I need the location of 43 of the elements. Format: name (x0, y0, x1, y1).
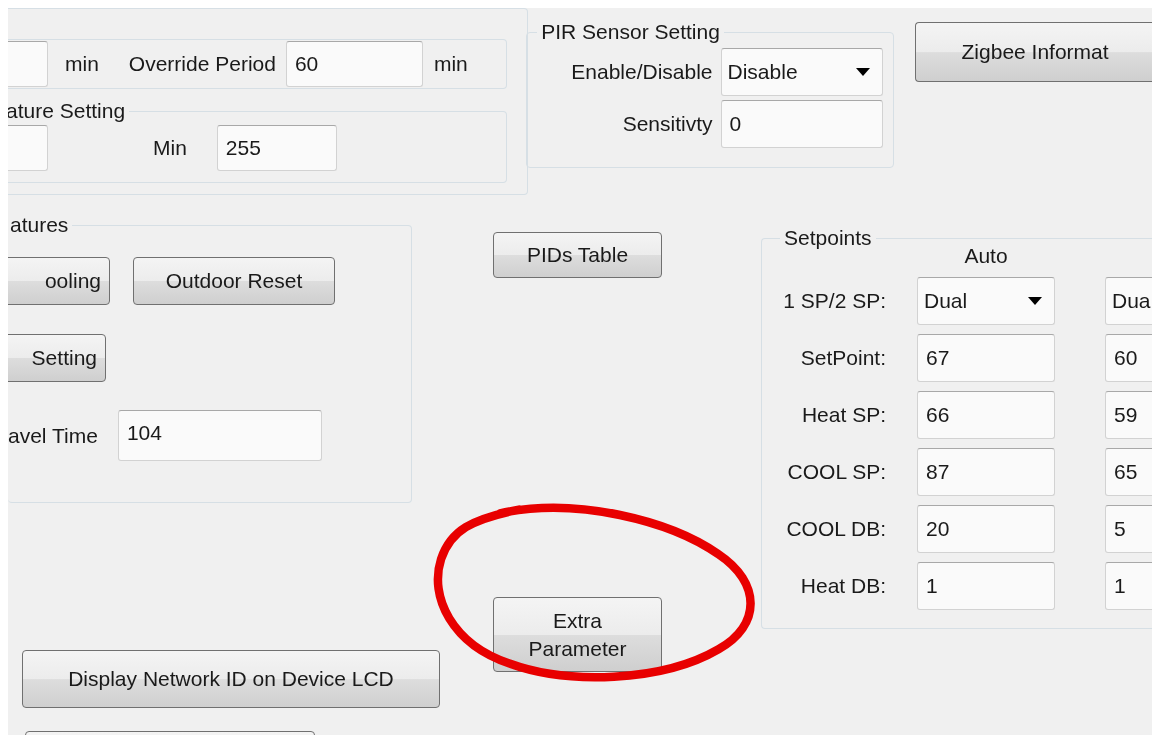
field-label: COOL SP: (786, 460, 886, 484)
field-label: min (65, 52, 99, 76)
dropdown[interactable]: Disable (720, 48, 883, 96)
group-title: PIR Sensor Setting (540, 20, 721, 44)
group-title: Setpoints (783, 226, 873, 250)
input-field[interactable]: 0 (720, 100, 883, 148)
field-label: Heat DB: (799, 574, 886, 598)
input-field[interactable]: 1 (1105, 562, 1152, 610)
input-field[interactable]: 59 (1105, 391, 1152, 439)
input-field[interactable]: 20 (917, 505, 1055, 553)
input-field[interactable]: 1 (917, 562, 1055, 610)
feature-button[interactable]: Setting (8, 334, 106, 382)
field-label: min (433, 52, 468, 76)
pids-table-button[interactable]: PIDs Table (493, 232, 662, 278)
input-field[interactable]: 67 (917, 334, 1055, 382)
input-field[interactable]: 5 (1105, 505, 1152, 553)
caret-icon (1028, 297, 1042, 305)
input-field[interactable]: 60 (285, 41, 423, 87)
extra-parameter-button[interactable]: Extra Parameter (493, 597, 662, 672)
field-label: Sensitivty (622, 112, 713, 136)
input-field[interactable]: 60 (1105, 334, 1152, 382)
field-label: Enable/Disable (571, 60, 713, 84)
input-field[interactable]: 104 (117, 410, 322, 461)
dropdown[interactable]: Dua (1105, 277, 1152, 325)
feature-button[interactable]: ooling (8, 257, 110, 305)
display-button[interactable]: Display Network ID on Device LCD (22, 650, 440, 708)
input-field[interactable]: 66 (917, 391, 1055, 439)
input-field[interactable]: 87 (917, 448, 1055, 496)
field-label: Override Period (128, 52, 276, 76)
field-label: 1 SP/2 SP: (782, 289, 886, 313)
feature-button[interactable]: Outdoor Reset (133, 257, 335, 305)
caret-icon (855, 68, 870, 76)
zigbee-button[interactable]: Zigbee Informat (914, 22, 1152, 82)
column-header: Auto (963, 244, 1009, 268)
field-label: COOL DB: (785, 517, 886, 541)
field-label: avel Time (8, 423, 98, 448)
field-label: Min (153, 136, 187, 160)
field-label: Heat SP: (800, 403, 886, 427)
dropdown[interactable]: Dual (917, 277, 1055, 325)
input-field[interactable]: 255 (216, 125, 337, 171)
input-field[interactable]: 65 (1105, 448, 1152, 496)
group-title: atures (9, 213, 70, 237)
field-label: SetPoint: (799, 346, 886, 370)
